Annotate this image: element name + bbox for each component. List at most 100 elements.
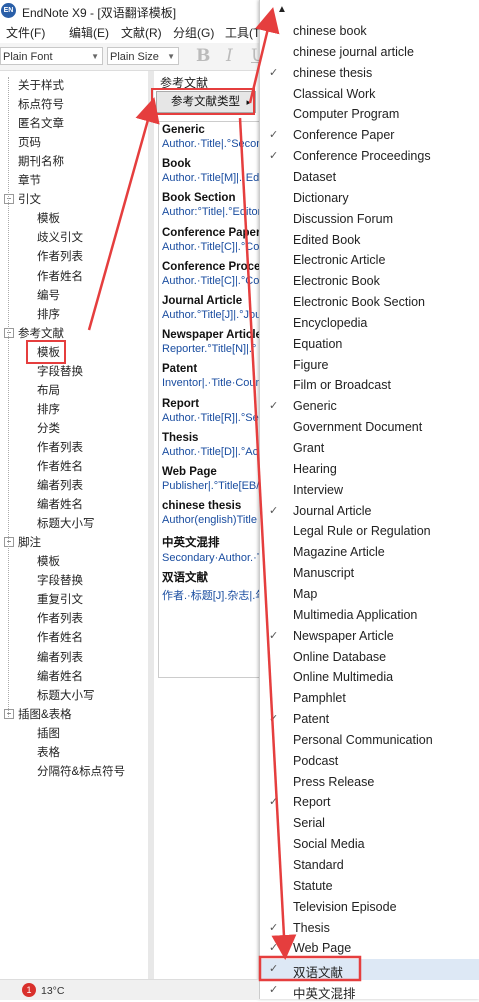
template-entry[interactable]: Thesis Author.·Title[D]|.°Aca [162,432,260,458]
size-select[interactable]: Plain Size ▼ [107,47,179,65]
template-entry[interactable]: PatentInventor|.·Title·Country [162,363,260,389]
menu-item-reference-type[interactable]: Government Document [260,417,479,438]
template-entry[interactable]: chinese thesis Author(english)Title [162,500,260,526]
menu-item-reference-type[interactable]: ✓ Conference Paper [260,125,479,146]
collapse-icon[interactable]: − [4,708,14,719]
tree-item[interactable]: 引文 [18,191,41,207]
menu-item-reference-type[interactable]: Electronic Article [260,250,479,271]
menu-item-reference-type[interactable]: Electronic Book [260,271,479,292]
tree-item[interactable]: 作者列表 [37,610,83,626]
template-entry[interactable]: Report Author.·Title[R]|.°Series [162,398,260,424]
menu-item-reference-type[interactable]: Grant [260,438,479,459]
template-field-text[interactable]: Author.°Title[J]|.°Jou [162,309,260,321]
tree-item[interactable]: 分类 [37,420,60,436]
menu-item-reference-type[interactable]: Computer Program [260,104,479,125]
tree-item[interactable]: 排序 [37,401,60,417]
template-field-text[interactable]: Publisher|.°Title[EB/OL [162,480,260,492]
template-field-text[interactable]: Inventor|.·Title·Country [162,377,260,389]
bold-button[interactable]: B [196,46,210,66]
menu-item-reference-type[interactable]: ✓ 双语文献 [260,959,479,981]
menu-item-reference-type[interactable]: ✓ Patent [260,709,479,730]
menu-edit[interactable]: 编辑(E) [69,24,109,41]
tree-item[interactable]: 编者姓名 [37,668,83,684]
template-field-text[interactable]: Author.·Title[R]|.°Series [162,412,260,424]
tree-item[interactable]: 标题大小写 [37,515,95,531]
tree-item[interactable]: 脚注 [18,534,41,550]
menu-item-reference-type[interactable]: ✓ Newspaper Article [260,626,479,647]
menu-item-reference-type[interactable]: ✓ Report [260,792,479,813]
template-field-text[interactable]: Author(english)Title [162,514,260,526]
tree-item[interactable]: 插图 [37,725,60,741]
template-entry[interactable]: Conference Paper Author.·Title[C]|.°Co [162,227,260,253]
collapse-icon[interactable]: − [4,327,14,338]
collapse-icon[interactable]: − [4,537,14,548]
menu-item-reference-type[interactable]: chinese book [260,21,479,42]
template-field-text[interactable]: Reporter.°Title[N]|.° [162,343,260,355]
menu-item-reference-type[interactable]: Standard [260,855,479,876]
menu-item-reference-type[interactable]: Magazine Article [260,542,479,563]
tree-item[interactable]: 布局 [37,382,60,398]
tree-item[interactable]: 编者列表 [37,477,83,493]
template-field-text[interactable]: Author.·Title[D]|.°Aca [162,446,260,458]
menu-item-reference-type[interactable]: Dictionary [260,188,479,209]
scroll-up-icon[interactable]: ▲ [277,4,287,15]
menu-item-reference-type[interactable]: ✓ 中英文混排 [260,980,479,1001]
menu-item-reference-type[interactable]: ✓ Generic [260,396,479,417]
tree-item[interactable]: 编者姓名 [37,496,83,512]
menu-item-reference-type[interactable]: Film or Broadcast [260,375,479,396]
menu-item-reference-type[interactable]: Personal Communication [260,730,479,751]
tree-item[interactable]: 重复引文 [37,591,83,607]
tree-item[interactable]: 分隔符&标点符号 [37,763,125,779]
template-field-text[interactable]: Author:°Title|.°Editor [162,206,260,218]
menu-item-reference-type[interactable]: Press Release [260,772,479,793]
menu-item-reference-type[interactable]: Statute [260,876,479,897]
menu-item-reference-type[interactable]: Legal Rule or Regulation [260,521,479,542]
tree-item[interactable]: 作者姓名 [37,629,83,645]
tree-item[interactable]: 表格 [37,744,60,760]
template-entry[interactable]: Conference Proce Author.·Title[C]|.°Co [162,261,260,287]
tree-item[interactable]: 作者姓名 [37,268,83,284]
menu-tools[interactable]: 工具(T [225,24,260,41]
template-entry[interactable]: 中英文混排 Secondary·Author.·Tit [162,534,260,564]
tree-item[interactable]: 歧义引文 [37,229,83,245]
tree-item[interactable]: 关于样式 [18,77,64,93]
tree-item[interactable]: 页码 [18,134,41,150]
template-field-text[interactable]: Author.·Title[M]|.·Edition [162,172,260,184]
tree-item[interactable]: 编号 [37,287,60,303]
template-entry[interactable]: Newspaper Article Reporter.°Title[N]|.° [162,329,260,355]
menu-item-reference-type[interactable]: Equation [260,334,479,355]
tree-item[interactable]: 插图&表格 [18,706,72,722]
tree-item[interactable]: 字段替换 [37,572,83,588]
template-field-text[interactable]: Author.·Title[C]|.°Co [162,241,260,253]
menu-item-reference-type[interactable]: Serial [260,813,479,834]
menu-references[interactable]: 文献(R) [121,24,162,41]
menu-item-reference-type[interactable]: Television Episode [260,897,479,918]
template-entry[interactable]: 双语文献 作者.·标题[J].杂志|.年 [162,569,260,603]
template-entry[interactable]: Journal Article Author.°Title[J]|.°Jou [162,295,260,321]
menu-item-reference-type[interactable]: chinese journal article [260,42,479,63]
tree-item[interactable]: 标点符号 [18,96,64,112]
template-entry[interactable]: Book Section Author:°Title|.°Editor [162,192,260,218]
tree-item[interactable]: 参考文献 [18,325,64,341]
template-entry[interactable]: Generic Author.·Title|.°Secondary [162,124,260,150]
menu-item-reference-type[interactable]: Social Media [260,834,479,855]
tree-item[interactable]: 章节 [18,172,41,188]
tree-item[interactable]: 作者列表 [37,248,83,264]
menu-item-reference-type[interactable]: Dataset [260,167,479,188]
tree-item[interactable]: 排序 [37,306,60,322]
menu-item-reference-type[interactable]: Hearing [260,459,479,480]
menu-item-reference-type[interactable]: ✓ Conference Proceedings [260,146,479,167]
tree-item[interactable]: 字段替换 [37,363,83,379]
template-entry[interactable]: BookAuthor.·Title[M]|.·Edition [162,158,260,184]
template-field-text[interactable]: Author.·Title[C]|.°Co [162,275,260,287]
template-entry[interactable]: Web Page Publisher|.°Title[EB/OL [162,466,260,492]
collapse-icon[interactable]: − [4,194,14,205]
italic-button[interactable]: I [226,46,233,66]
menu-item-reference-type[interactable]: Pamphlet [260,688,479,709]
tree-item[interactable]: 模板 [37,210,60,226]
tree-item[interactable]: 编者列表 [37,649,83,665]
menu-item-reference-type[interactable]: Map [260,584,479,605]
menu-item-reference-type[interactable]: Interview [260,480,479,501]
menu-item-reference-type[interactable]: Manuscript [260,563,479,584]
notification-badge[interactable]: 1 [22,983,36,997]
